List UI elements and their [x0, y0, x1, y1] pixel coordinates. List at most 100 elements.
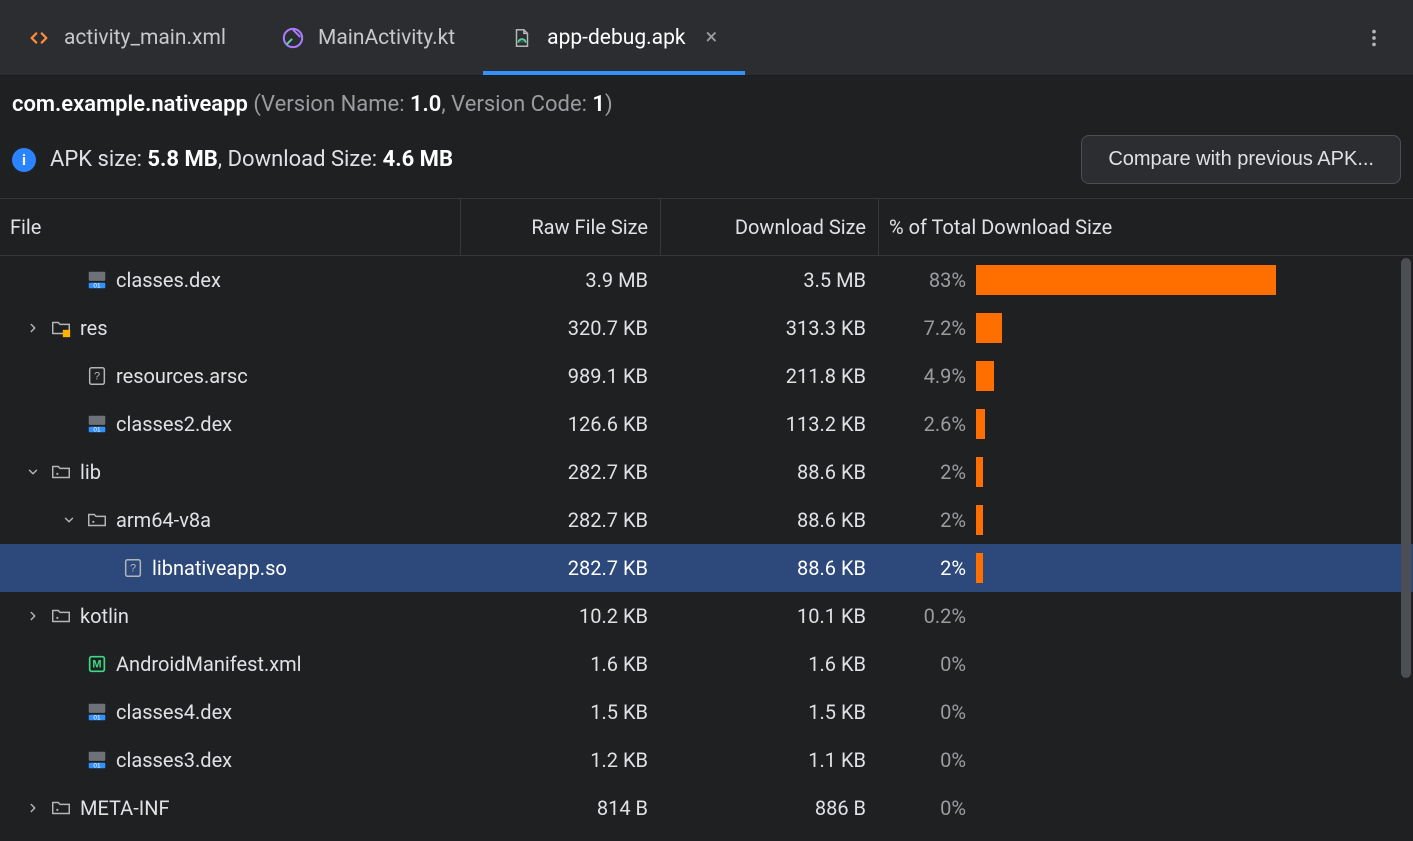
tab-overflow-menu[interactable] — [1335, 27, 1413, 49]
editor-tab[interactable]: activity_main.xml — [0, 0, 254, 75]
percent-bar-track — [976, 697, 1393, 727]
table-header: File Raw File Size Download Size % of To… — [0, 198, 1413, 256]
download-size: 10.1 KB — [660, 604, 878, 628]
svg-text:01: 01 — [93, 426, 101, 433]
table-row[interactable]: META-INF814 B886 B0% — [0, 784, 1413, 832]
package-name: com.example.nativeapp — [12, 92, 248, 117]
raw-file-size: 282.7 KB — [460, 556, 660, 580]
tree-expander-icon[interactable] — [24, 321, 42, 335]
percent-bar — [976, 409, 985, 439]
percent-label: 0% — [878, 748, 966, 772]
download-size: 1.6 KB — [660, 652, 878, 676]
download-size: 1.1 KB — [660, 748, 878, 772]
percent-bar-track — [976, 457, 1393, 487]
table-row[interactable]: kotlin10.2 KB10.1 KB0.2% — [0, 592, 1413, 640]
close-tab-icon[interactable]: × — [706, 27, 718, 49]
download-size: 313.3 KB — [660, 316, 878, 340]
percent-bar — [976, 265, 1276, 295]
percent-bar-track — [976, 793, 1393, 823]
file-name: META-INF — [80, 796, 170, 820]
svg-text:01: 01 — [93, 762, 101, 769]
tab-label: app-debug.apk — [547, 26, 685, 50]
percent-bar-track — [976, 361, 1393, 391]
download-size: 3.5 MB — [660, 268, 878, 292]
file-name: resources.arsc — [116, 364, 248, 388]
raw-file-size: 126.6 KB — [460, 412, 660, 436]
apk-analyzer-header: com.example.nativeapp (Version Name: 1.0… — [0, 76, 1413, 184]
download-size: 886 B — [660, 796, 878, 820]
table-row[interactable]: lib 282.7 KB88.6 KB2% — [0, 448, 1413, 496]
file-name: classes.dex — [116, 268, 221, 292]
column-header-download-size[interactable]: Download Size — [660, 199, 878, 255]
scrollbar-thumb[interactable] — [1401, 258, 1411, 678]
raw-file-size: 3.9 MB — [460, 268, 660, 292]
raw-file-size: 282.7 KB — [460, 460, 660, 484]
column-header-file[interactable]: File — [0, 215, 460, 239]
folder-lib-icon — [50, 797, 72, 819]
file-name: classes2.dex — [116, 412, 232, 436]
editor-tab[interactable]: MainActivity.kt — [254, 0, 483, 75]
vertical-scrollbar[interactable] — [1399, 258, 1413, 838]
editor-tabs: activity_main.xml MainActivity.kt app-debu… — [0, 0, 1413, 76]
download-size: 113.2 KB — [660, 412, 878, 436]
xml-layout-icon — [28, 27, 50, 49]
percent-bar-track — [976, 409, 1393, 439]
raw-file-size: 10.2 KB — [460, 604, 660, 628]
download-size: 211.8 KB — [660, 364, 878, 388]
percent-bar-track — [976, 601, 1393, 631]
percent-label: 4.9% — [878, 364, 966, 388]
tree-expander-icon[interactable] — [60, 513, 78, 527]
table-row[interactable]: 01 classes3.dex 1.2 KB1.1 KB0% — [0, 736, 1413, 784]
svg-text:?: ? — [94, 371, 100, 383]
column-header-percent[interactable]: % of Total Download Size — [878, 199, 1413, 255]
editor-tab[interactable]: app-debug.apk × — [483, 0, 745, 75]
dex-file-icon: 01 — [86, 413, 108, 435]
compare-apk-button[interactable]: Compare with previous APK... — [1081, 135, 1401, 184]
percent-label: 0.2% — [878, 604, 966, 628]
download-size: 88.6 KB — [660, 460, 878, 484]
percent-bar-track — [976, 313, 1393, 343]
tab-label: MainActivity.kt — [318, 26, 455, 50]
package-info-line: com.example.nativeapp (Version Name: 1.0… — [12, 92, 1401, 117]
table-row[interactable]: ? resources.arsc 989.1 KB211.8 KB4.9% — [0, 352, 1413, 400]
table-row[interactable]: arm64-v8a282.7 KB88.6 KB2% — [0, 496, 1413, 544]
column-header-raw-size[interactable]: Raw File Size — [460, 199, 660, 255]
percent-label: 2% — [878, 460, 966, 484]
table-row[interactable]: 01classes4.dex1.5 KB1.5 KB0% — [0, 688, 1413, 736]
raw-file-size: 282.7 KB — [460, 508, 660, 532]
table-row[interactable]: res320.7 KB313.3 KB7.2% — [0, 304, 1413, 352]
raw-file-size: 1.2 KB — [460, 748, 660, 772]
download-size: 1.5 KB — [660, 700, 878, 724]
tree-expander-icon[interactable] — [24, 609, 42, 623]
raw-file-size: 1.5 KB — [460, 700, 660, 724]
tree-expander-icon[interactable] — [24, 801, 42, 815]
unknown-file-icon: ? — [122, 557, 144, 579]
percent-label: 0% — [878, 700, 966, 724]
file-name: classes4.dex — [116, 700, 232, 724]
file-tree-table: 01 classes.dex 3.9 MB3.5 MB83% res320.7 KB3… — [0, 256, 1413, 836]
percent-bar-track — [976, 553, 1393, 583]
unknown-file-icon: ? — [86, 365, 108, 387]
svg-text:?: ? — [130, 563, 136, 575]
table-row[interactable]: 01 classes2.dex 126.6 KB113.2 KB2.6% — [0, 400, 1413, 448]
raw-file-size: 989.1 KB — [460, 364, 660, 388]
percent-bar — [976, 361, 994, 391]
percent-label: 83% — [878, 268, 966, 292]
percent-label: 2.6% — [878, 412, 966, 436]
download-size: 88.6 KB — [660, 556, 878, 580]
table-row[interactable]: 01classes.dex3.9 MB3.5 MB83% — [0, 256, 1413, 304]
file-name: libnativeapp.so — [152, 556, 287, 580]
percent-bar-track — [976, 265, 1393, 295]
file-name: AndroidManifest.xml — [116, 652, 302, 676]
apk-file-icon — [511, 27, 533, 49]
tree-expander-icon[interactable] — [24, 465, 42, 479]
file-name: res — [80, 316, 108, 340]
percent-label: 2% — [878, 508, 966, 532]
table-row[interactable]: ? libnativeapp.so 282.7 KB88.6 KB2% — [0, 544, 1413, 592]
percent-label: 2% — [878, 556, 966, 580]
file-name: lib — [80, 460, 101, 484]
file-name: classes3.dex — [116, 748, 232, 772]
size-info-line: i APK size: 5.8 MB, Download Size: 4.6 M… — [12, 135, 1401, 184]
table-row[interactable]: MAndroidManifest.xml1.6 KB1.6 KB0% — [0, 640, 1413, 688]
dex-file-icon: 01 — [86, 701, 108, 723]
